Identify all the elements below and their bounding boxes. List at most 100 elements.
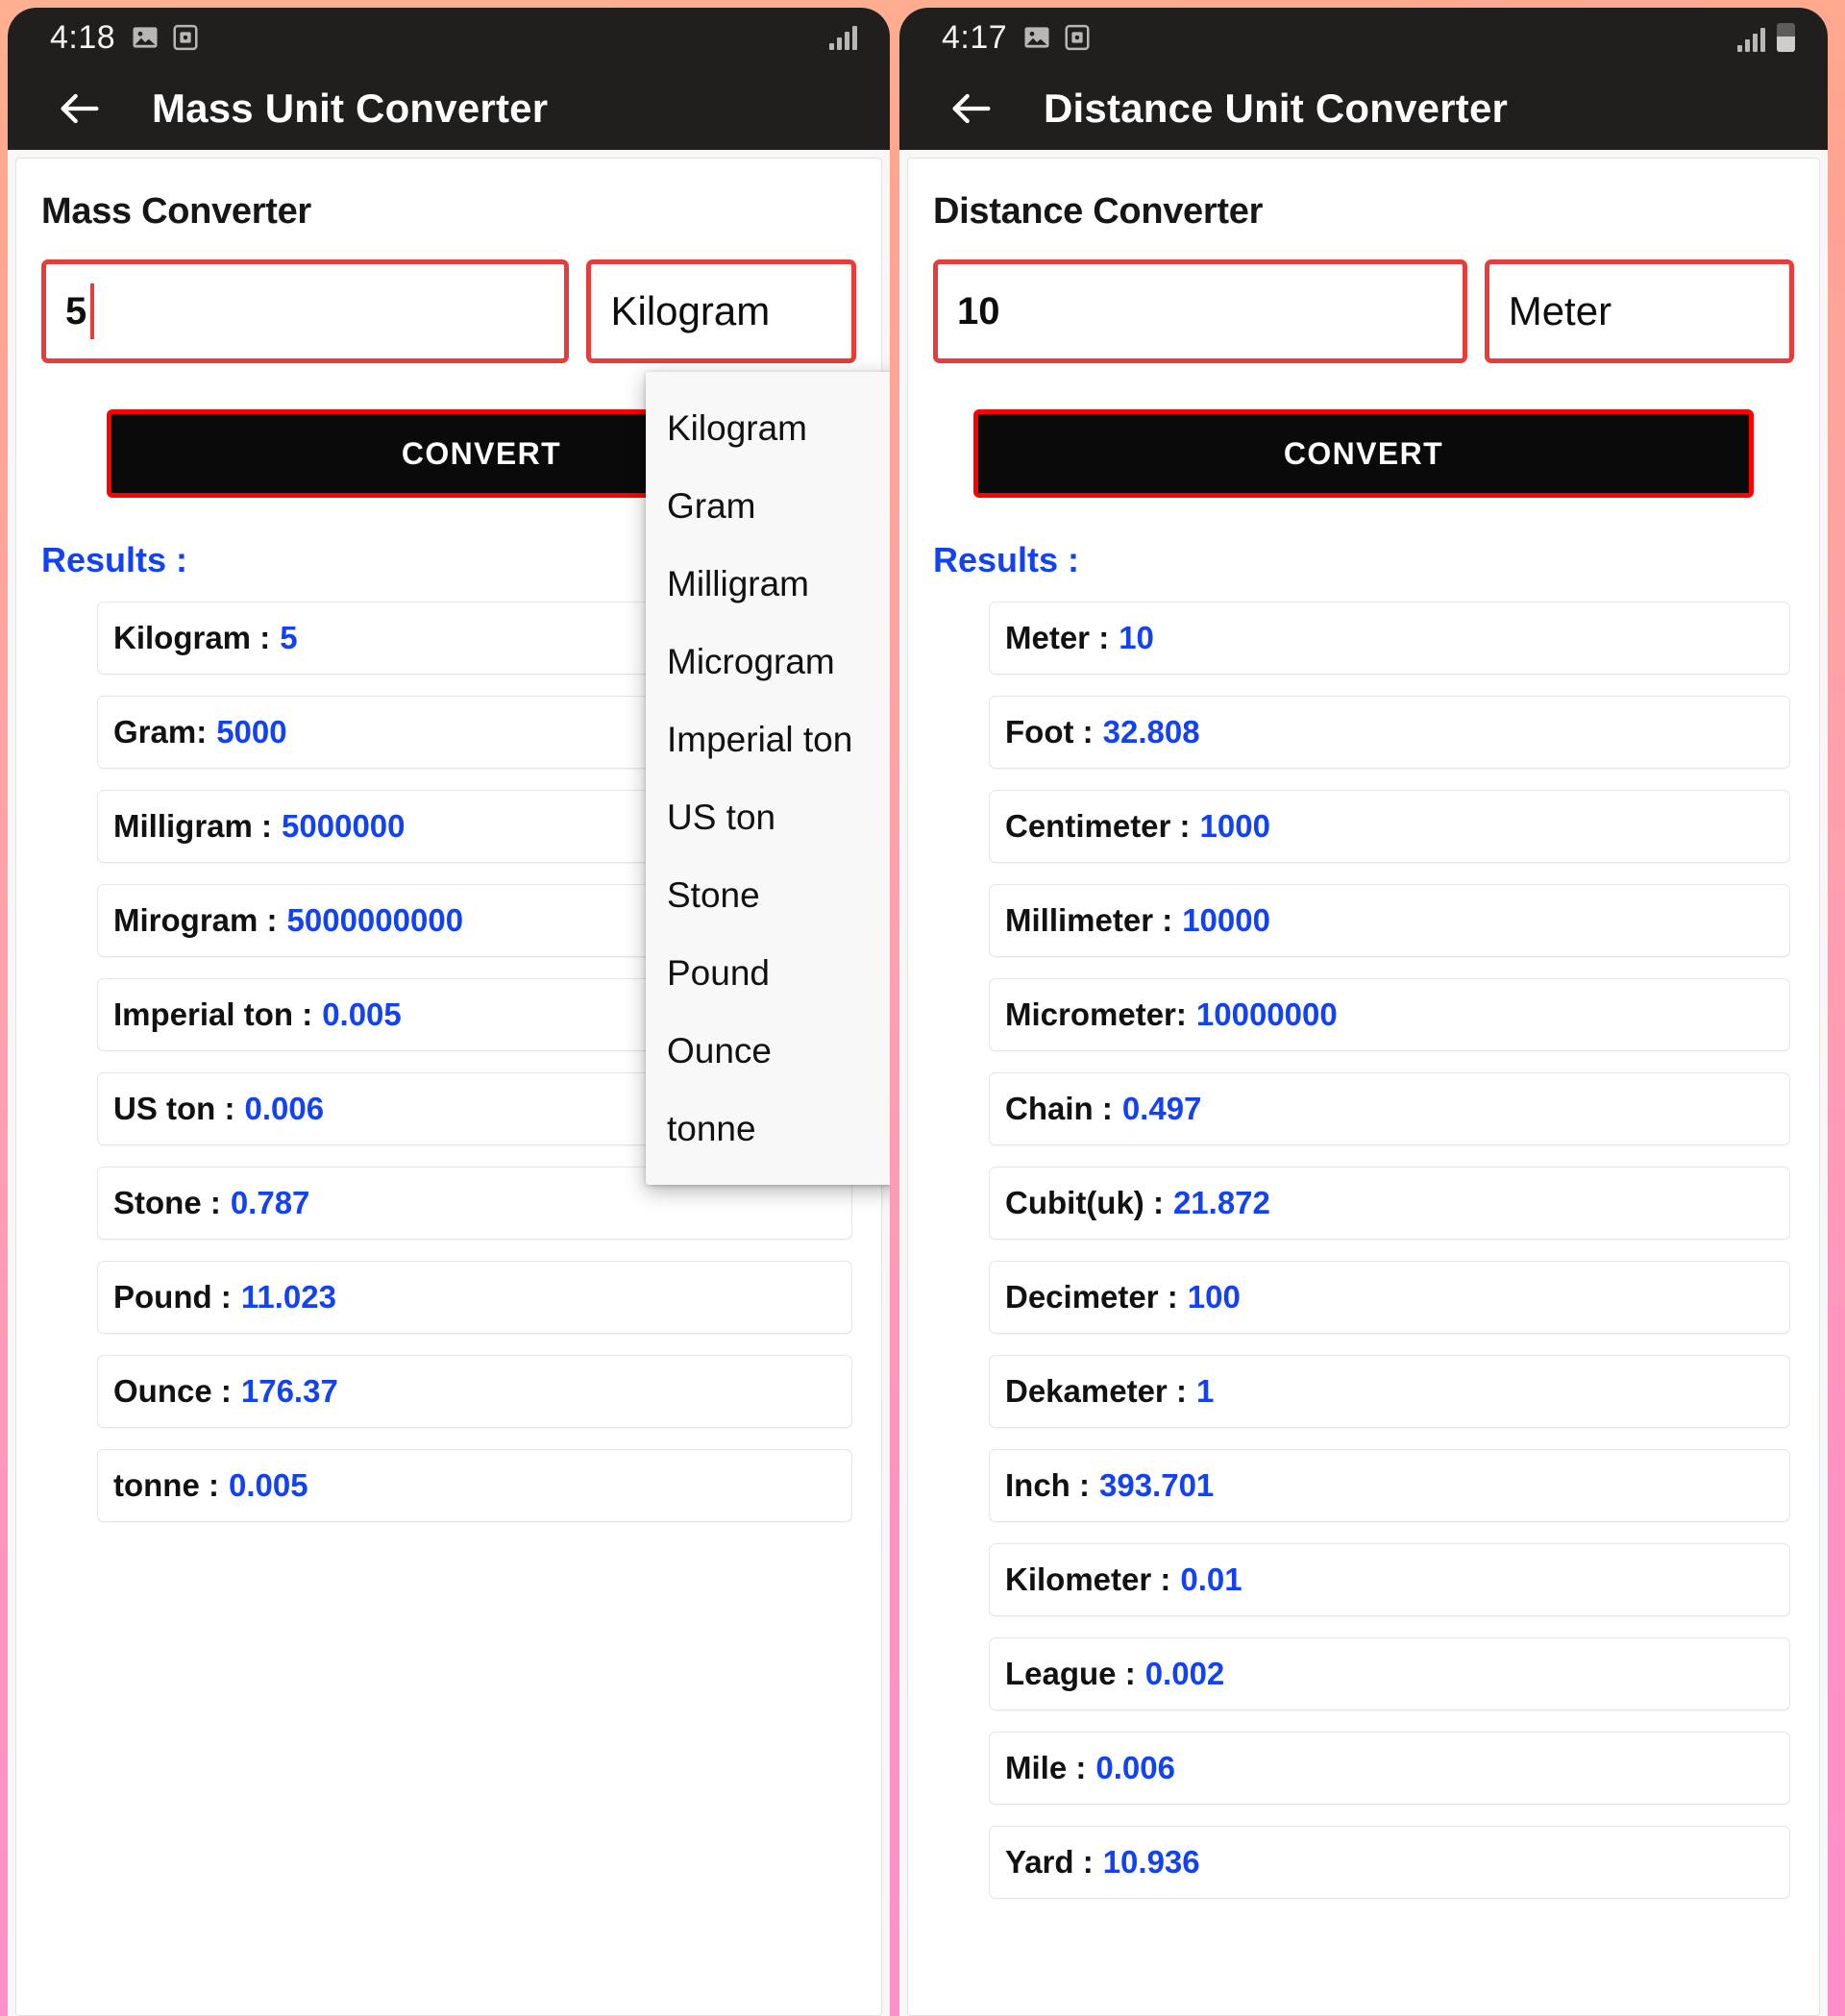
result-value: 5000 — [216, 714, 287, 750]
amount-input[interactable]: 5 — [41, 259, 570, 363]
result-value: 0.005 — [322, 996, 402, 1032]
result-value: 176.37 — [240, 1373, 338, 1409]
result-unit-label: League : — [1005, 1656, 1136, 1691]
result-unit-label: Millimeter : — [1005, 902, 1173, 938]
phone-screen-distance-converter: 4:17 Distance Unit Converter Distance Co… — [899, 8, 1828, 2016]
unit-select[interactable]: Kilogram — [586, 259, 856, 363]
amount-input-value: 10 — [957, 289, 1000, 332]
dual-screenshot-container: 4:18 Mass Unit Converter Mass Converter … — [0, 0, 1845, 2016]
amount-input[interactable]: 10 — [933, 259, 1467, 363]
result-value: 0.01 — [1180, 1561, 1242, 1597]
status-bar-right: 4:17 — [899, 8, 1828, 67]
result-unit-label: tonne : — [113, 1467, 219, 1503]
text-cursor — [90, 283, 95, 339]
status-notification-icons — [1022, 23, 1092, 52]
screenshot-icon — [173, 24, 198, 51]
result-value: 393.701 — [1099, 1467, 1215, 1503]
convert-button[interactable]: CONVERT — [973, 409, 1754, 498]
result-value: 100 — [1187, 1279, 1241, 1315]
back-arrow-icon[interactable] — [944, 81, 999, 136]
result-value: 10 — [1119, 620, 1154, 655]
result-value: 11.023 — [240, 1279, 336, 1315]
result-row: Meter : 10 — [989, 602, 1790, 675]
result-unit-label: Inch : — [1005, 1467, 1090, 1503]
input-row-distance: 10 Meter — [933, 259, 1794, 363]
result-row: Dekameter :1 — [989, 1355, 1790, 1428]
dropdown-option[interactable]: Stone — [646, 856, 890, 934]
result-unit-label: Gram: — [113, 714, 208, 750]
dropdown-option[interactable]: Ounce — [646, 1012, 890, 1090]
result-unit-label: Stone : — [113, 1185, 221, 1220]
convert-button-label: CONVERT — [1283, 435, 1444, 471]
result-value: 10000000 — [1195, 996, 1338, 1032]
result-value: 5000000000 — [286, 902, 464, 938]
status-system-icons-right-phone — [1737, 23, 1795, 52]
status-time: 4:17 — [942, 18, 1008, 56]
result-row: Mile :0.006 — [989, 1732, 1790, 1805]
result-row: Millimeter :10000 — [989, 884, 1790, 957]
result-value: 1 — [1195, 1373, 1215, 1409]
content-area-right: Distance Converter 10 Meter CONVERT Resu… — [899, 150, 1828, 2016]
result-unit-label: Imperial ton : — [113, 996, 313, 1032]
result-row: Foot :32.808 — [989, 696, 1790, 769]
result-value: 0.006 — [244, 1091, 325, 1126]
result-unit-label: Centimeter : — [1005, 808, 1191, 844]
back-arrow-icon[interactable] — [52, 81, 108, 136]
result-unit-label: Meter : — [1005, 620, 1110, 655]
result-value: 10.936 — [1102, 1844, 1200, 1880]
dropdown-option[interactable]: tonne — [646, 1090, 890, 1168]
result-row: Cubit(uk) :21.872 — [989, 1167, 1790, 1240]
result-unit-label: Cubit(uk) : — [1005, 1185, 1164, 1220]
result-unit-label: US ton : — [113, 1091, 235, 1126]
result-value: 0.787 — [230, 1185, 310, 1220]
signal-icon — [1737, 27, 1765, 52]
section-title-distance: Distance Converter — [933, 191, 1264, 232]
result-unit-label: Mirogram : — [113, 902, 278, 938]
result-row: Decimeter :100 — [989, 1261, 1790, 1334]
image-icon — [1024, 27, 1049, 48]
unit-select[interactable]: Meter — [1484, 259, 1794, 363]
converter-card-mass: Mass Converter 5 Kilogram CONVERT Result… — [15, 158, 890, 2016]
result-unit-label: Kilometer : — [1005, 1561, 1171, 1597]
result-unit-label: Yard : — [1005, 1844, 1094, 1880]
results-list-distance: Meter : 10 Foot :32.808 Centimeter :1000 Mil… — [933, 602, 1794, 1899]
result-row: Yard :10.936 — [989, 1826, 1790, 1899]
status-notification-icons — [131, 23, 200, 52]
result-row: Pound :11.023 — [97, 1261, 852, 1334]
status-bar-left: 4:18 — [8, 8, 890, 67]
result-value: 5 — [280, 620, 298, 655]
battery-icon — [1777, 23, 1795, 52]
dropdown-option[interactable]: Gram — [646, 467, 890, 545]
screenshot-icon — [1065, 24, 1090, 51]
dropdown-option[interactable]: Milligram — [646, 545, 890, 623]
app-bar-left: Mass Unit Converter — [8, 67, 890, 150]
result-unit-label: Dekameter : — [1005, 1373, 1187, 1409]
unit-select-value: Kilogram — [610, 288, 771, 333]
section-title-mass: Mass Converter — [41, 191, 311, 232]
dropdown-option[interactable]: Imperial ton — [646, 701, 890, 778]
dropdown-option[interactable]: Microgram — [646, 623, 890, 701]
result-value: 21.872 — [1172, 1185, 1270, 1220]
dropdown-option[interactable]: Kilogram — [646, 389, 890, 467]
dropdown-option[interactable]: US ton — [646, 778, 890, 856]
app-bar-right: Distance Unit Converter — [899, 67, 1828, 150]
result-value: 10000 — [1182, 902, 1270, 938]
result-row: Centimeter :1000 — [989, 790, 1790, 863]
result-unit-label: Decimeter : — [1005, 1279, 1178, 1315]
converter-card-distance: Distance Converter 10 Meter CONVERT Resu… — [907, 158, 1820, 2016]
phone-screen-mass-converter: 4:18 Mass Unit Converter Mass Converter … — [8, 8, 890, 2016]
convert-button-wrap-right: CONVERT — [933, 409, 1794, 498]
result-value: 0.497 — [1121, 1091, 1202, 1126]
result-unit-label: Mile : — [1005, 1750, 1087, 1785]
unit-dropdown-menu[interactable]: Kilogram Gram Milligram Microgram Imperial t… — [646, 372, 890, 1185]
status-system-icons-left-phone — [829, 25, 857, 50]
signal-icon — [829, 25, 857, 50]
result-row: Inch :393.701 — [989, 1449, 1790, 1522]
dropdown-option[interactable]: Pound — [646, 934, 890, 1012]
unit-select-value: Meter — [1508, 288, 1612, 333]
result-unit-label: Milligram : — [113, 808, 273, 844]
result-unit-label: Ounce : — [113, 1373, 232, 1409]
amount-input-value: 5 — [65, 289, 87, 332]
result-value: 0.006 — [1095, 1750, 1175, 1785]
result-value: 32.808 — [1102, 714, 1200, 750]
